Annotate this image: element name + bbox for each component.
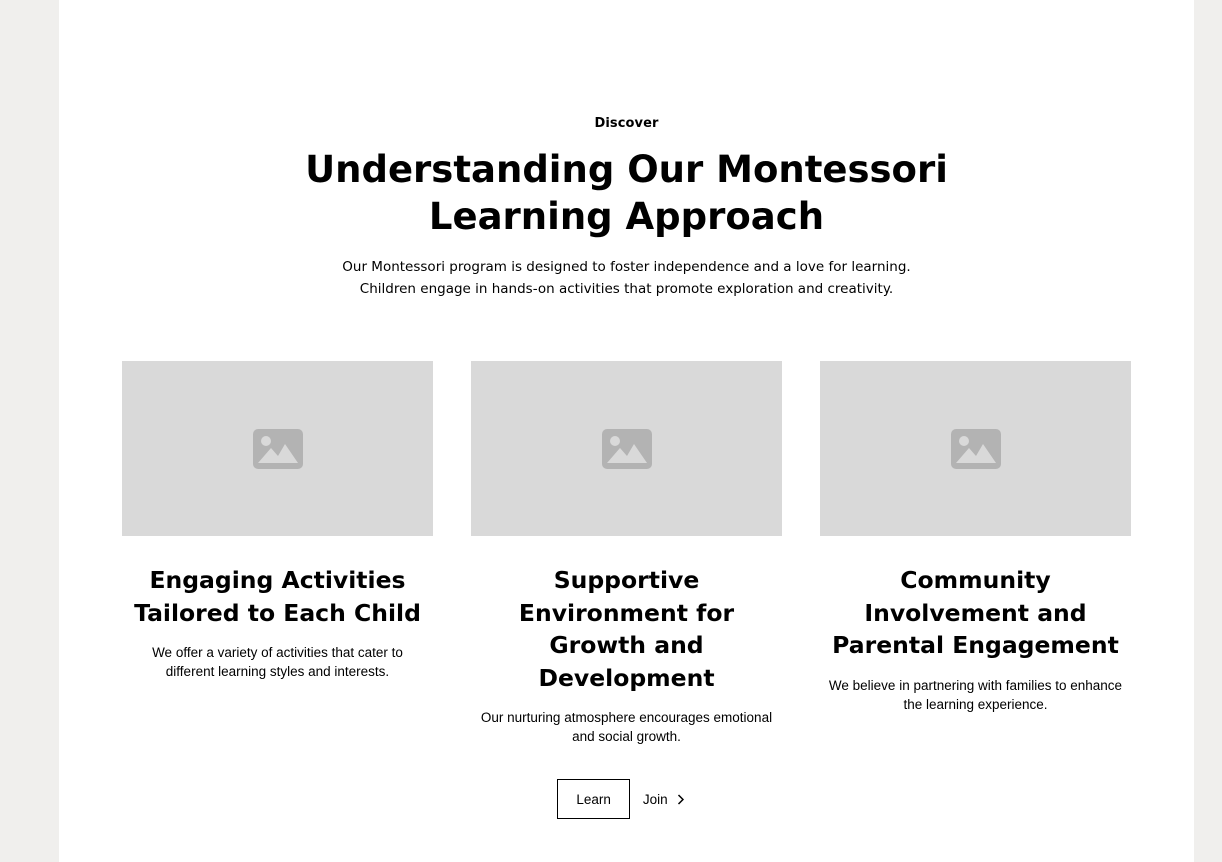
- card-image-placeholder: [471, 361, 782, 536]
- page-content: Discover Understanding Our Montessori Le…: [59, 0, 1194, 862]
- feature-card: Community Involvement and Parental Engag…: [820, 361, 1131, 746]
- section-title: Understanding Our Montessori Learning Ap…: [59, 146, 1194, 240]
- chevron-right-icon: [677, 793, 684, 805]
- card-title: Supportive Environment for Growth and De…: [518, 566, 735, 692]
- join-button[interactable]: Join: [630, 779, 684, 819]
- section-title-line-2: Learning Approach: [428, 195, 825, 238]
- image-placeholder-icon: [950, 428, 1001, 469]
- card-image-placeholder: [122, 361, 433, 536]
- image-placeholder-icon: [601, 428, 652, 469]
- card-text: Our nurturing atmosphere encourages emot…: [480, 710, 773, 744]
- feature-cards: Engaging Activities Tailored to Each Chi…: [122, 361, 1131, 746]
- card-image-placeholder: [820, 361, 1131, 536]
- feature-card: Supportive Environment for Growth and De…: [471, 361, 782, 746]
- card-title: Engaging Activities Tailored to Each Chi…: [134, 566, 421, 627]
- card-text: We offer a variety of activities that ca…: [152, 645, 403, 679]
- feature-card: Engaging Activities Tailored to Each Chi…: [122, 361, 433, 746]
- section-title-line-1: Understanding Our Montessori: [305, 148, 948, 191]
- image-placeholder-icon: [252, 428, 303, 469]
- join-button-label: Join: [642, 791, 668, 807]
- section-eyebrow: Discover: [594, 116, 659, 131]
- section-description: Our Montessori program is designed to fo…: [342, 259, 911, 297]
- learn-button[interactable]: Learn: [557, 779, 630, 819]
- card-title: Community Involvement and Parental Engag…: [832, 566, 1119, 659]
- card-text: We believe in partnering with families t…: [828, 677, 1123, 712]
- action-buttons: Learn Join: [59, 779, 1194, 819]
